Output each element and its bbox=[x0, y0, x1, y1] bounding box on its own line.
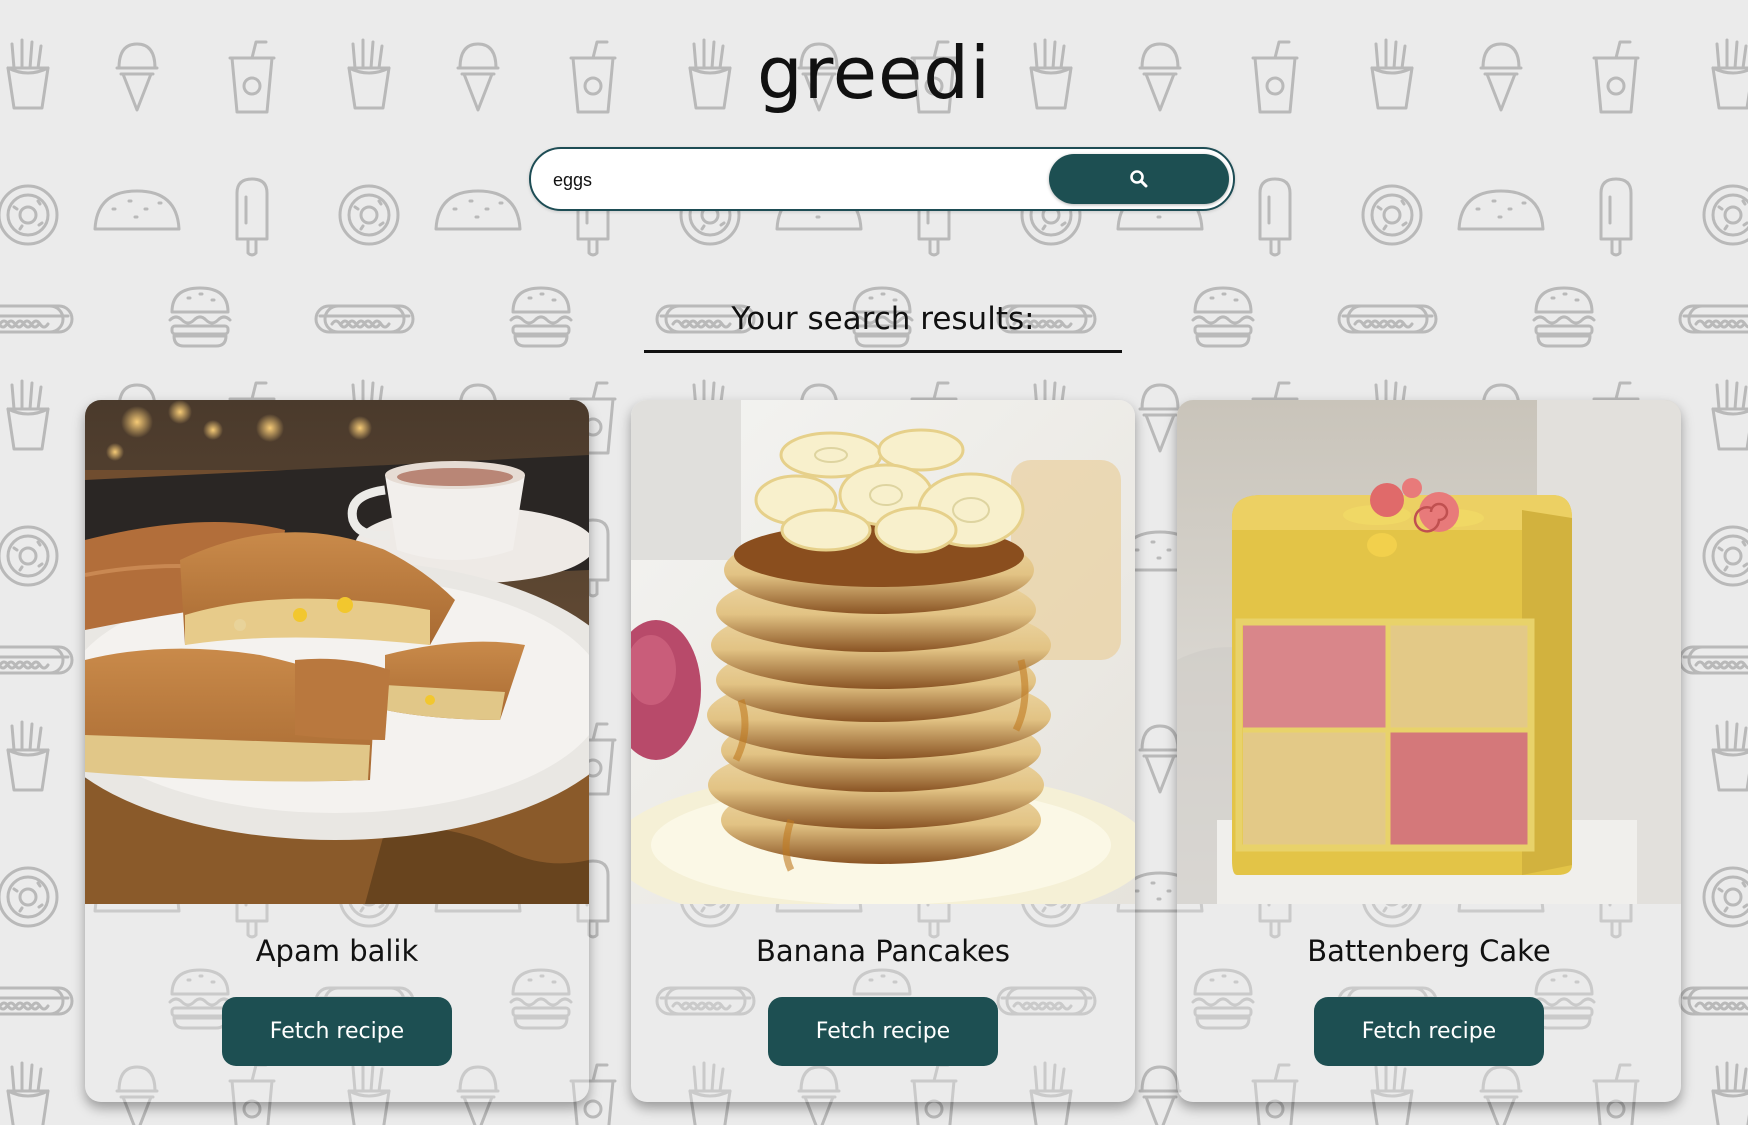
fetch-recipe-button[interactable]: Fetch recipe bbox=[768, 997, 998, 1066]
banana-pancakes-photo[interactable] bbox=[631, 400, 1135, 904]
fetch-recipe-button[interactable]: Fetch recipe bbox=[222, 997, 452, 1066]
search-input[interactable] bbox=[551, 159, 1055, 201]
recipe-card: Banana Pancakes Fetch recipe bbox=[631, 400, 1135, 1102]
recipe-title: Banana Pancakes bbox=[756, 934, 1010, 968]
search-button[interactable] bbox=[1049, 154, 1229, 204]
recipe-title: Apam balik bbox=[255, 934, 419, 968]
recipe-card: Apam balik Fetch recipe bbox=[85, 400, 589, 1102]
search-icon bbox=[1130, 170, 1148, 188]
battenberg-cake-photo[interactable] bbox=[1177, 400, 1681, 904]
recipe-card: Battenberg Cake Fetch recipe bbox=[1177, 400, 1681, 1102]
fetch-recipe-button[interactable]: Fetch recipe bbox=[1314, 997, 1544, 1066]
recipe-title: Battenberg Cake bbox=[1307, 934, 1551, 968]
app-logo[interactable]: greedi bbox=[0, 28, 1748, 118]
search-bar bbox=[529, 147, 1235, 211]
page-content: greedi Your search results: bbox=[0, 0, 1748, 1125]
apam-balik-photo[interactable] bbox=[85, 400, 589, 904]
results-heading: Your search results: bbox=[644, 296, 1122, 353]
